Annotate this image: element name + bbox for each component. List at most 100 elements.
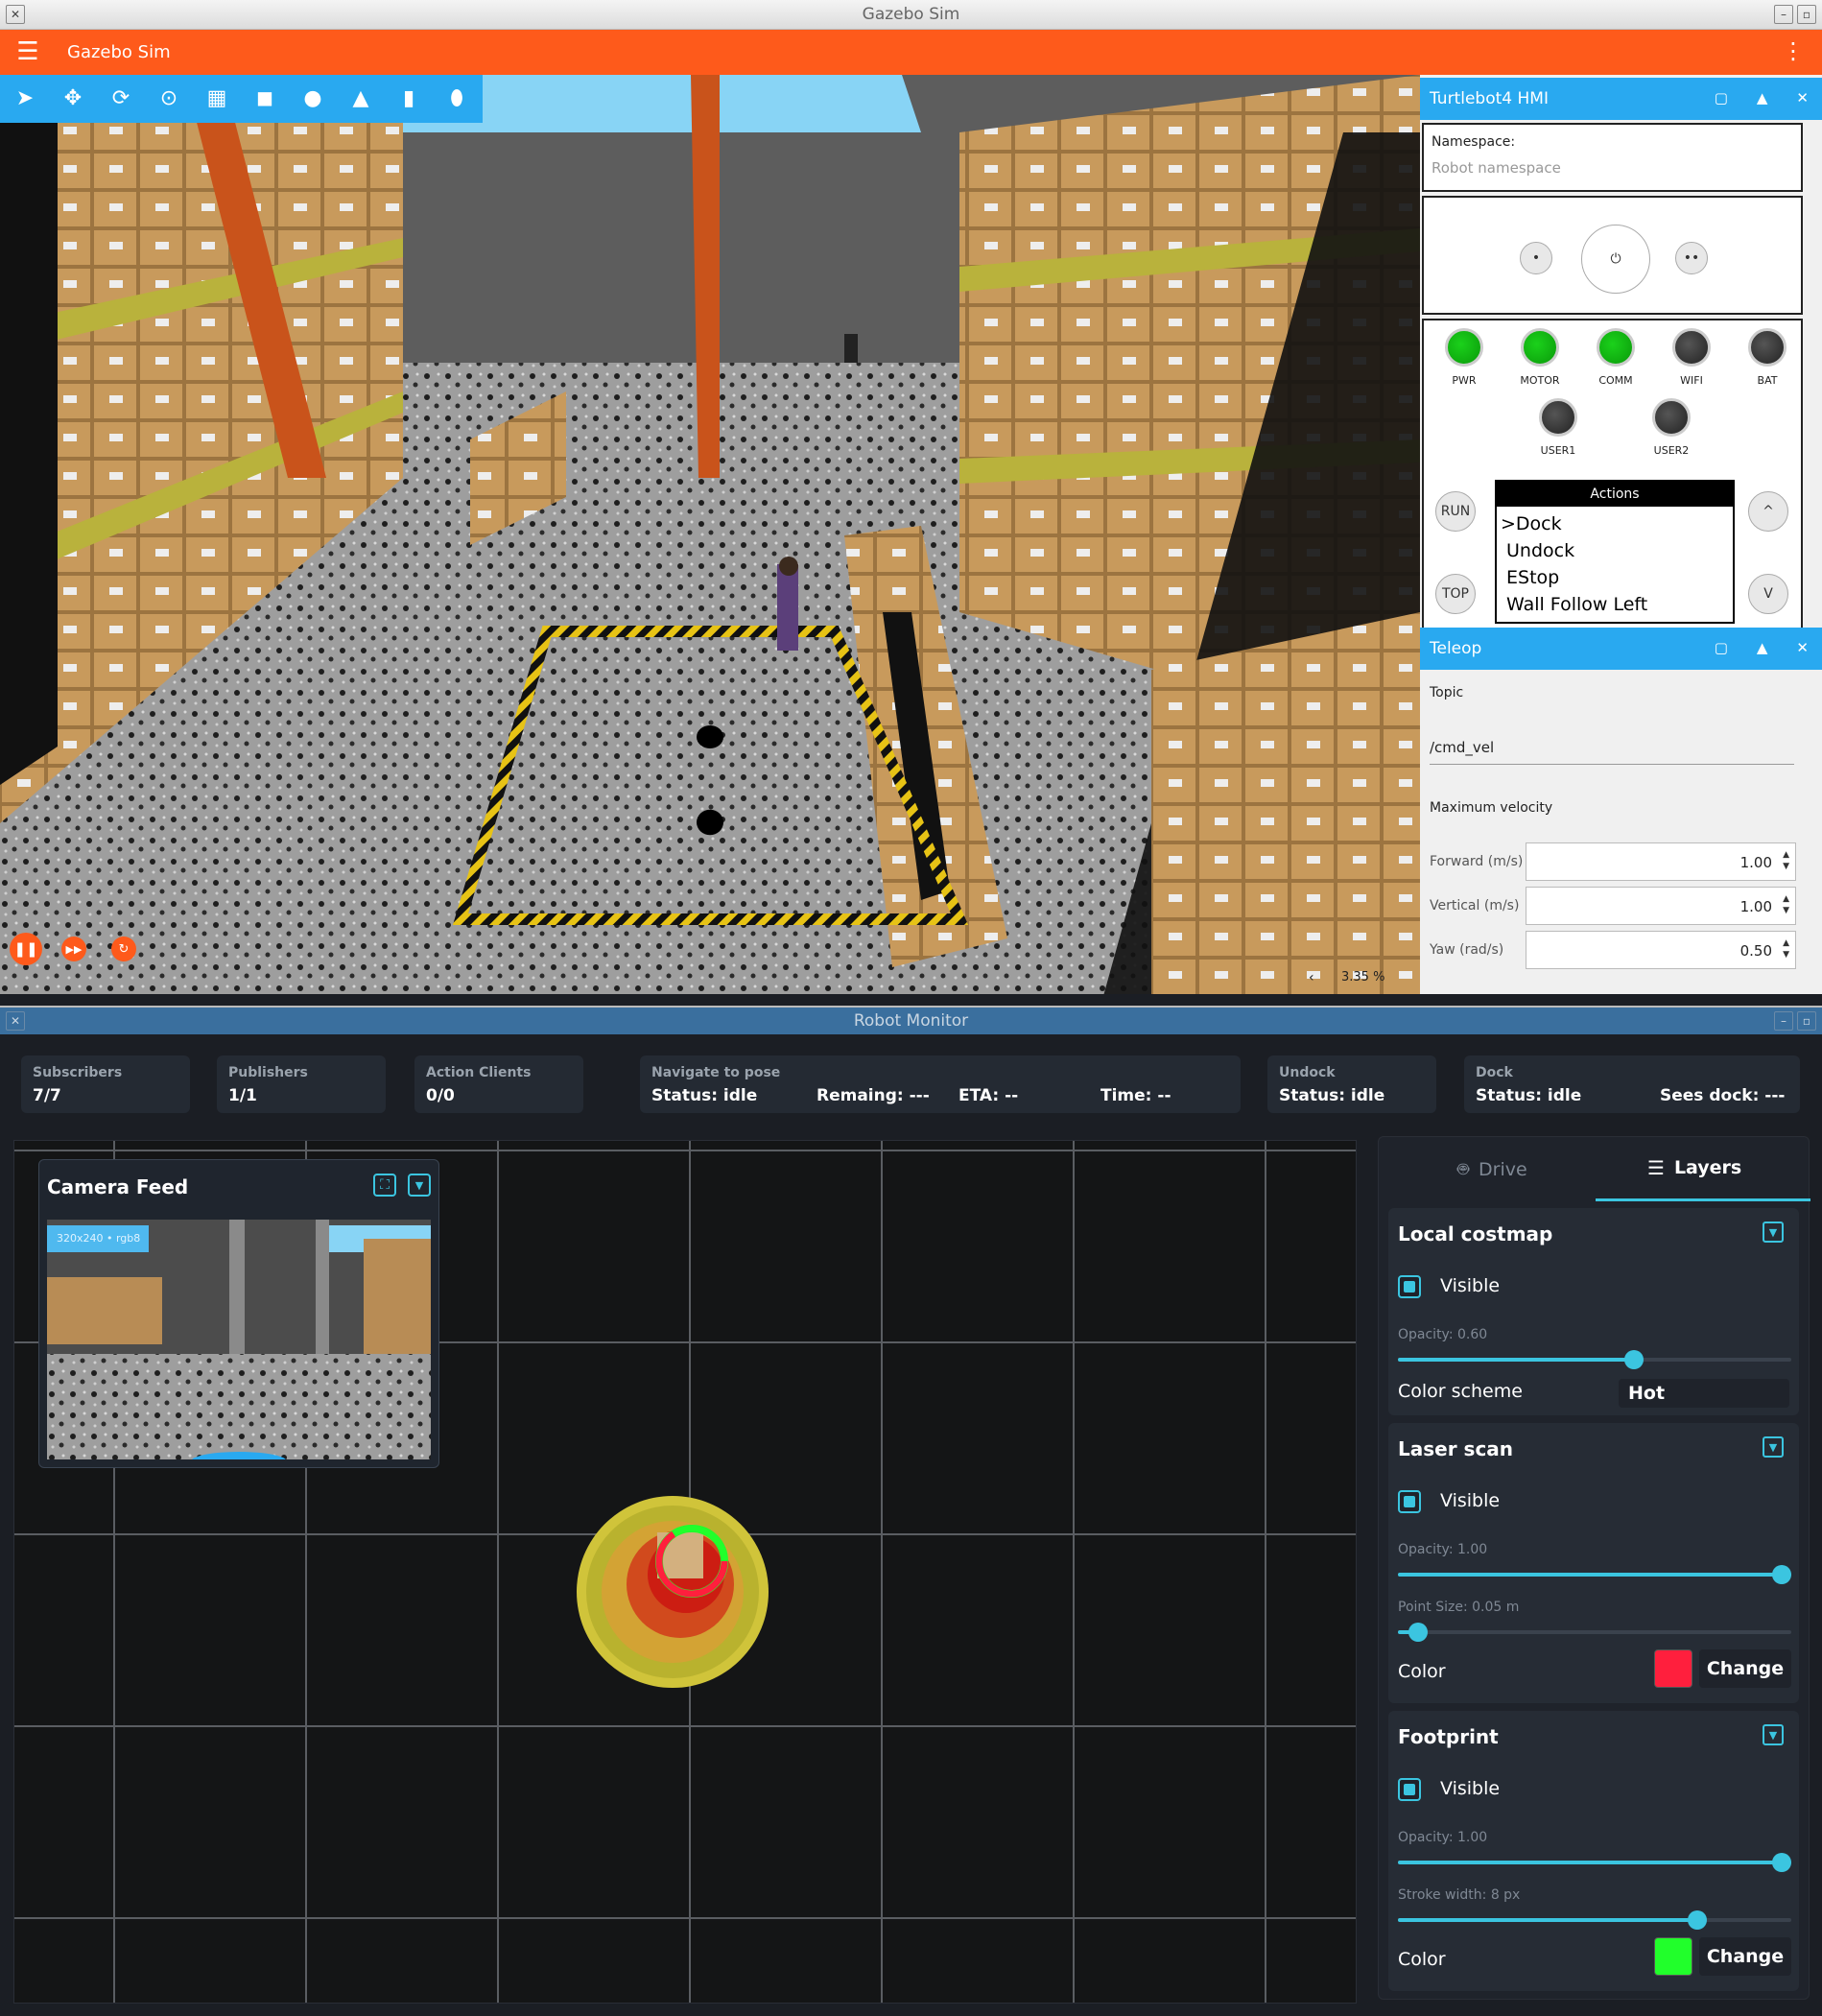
led-comm — [1597, 328, 1635, 367]
namespace-label: Namespace: — [1432, 134, 1516, 150]
select-tool-icon[interactable]: ➤ — [12, 85, 38, 112]
led-label-pwr: PWR — [1452, 374, 1477, 387]
cylinder-shape-icon[interactable]: ▮ — [395, 85, 422, 112]
visible-checkbox[interactable] — [1398, 1490, 1421, 1513]
gazebo-window-titlebar[interactable]: ✕ Gazebo Sim – ▫ — [0, 0, 1822, 30]
collapse-up-icon[interactable]: ▲ — [1757, 639, 1768, 656]
yaw-label: Yaw (rad/s) — [1430, 942, 1504, 958]
topic-input[interactable]: /cmd_vel — [1430, 739, 1794, 765]
reset-icon[interactable]: ↻ — [111, 937, 136, 961]
run-button[interactable]: RUN — [1435, 491, 1476, 532]
chevron-down-icon[interactable]: ▼ — [408, 1174, 431, 1197]
window-restore-icon[interactable]: ▢ — [1715, 89, 1728, 107]
opacity-slider[interactable] — [1398, 1350, 1791, 1369]
rotate-tool-icon[interactable]: ⟳ — [107, 85, 134, 112]
cone-shape-icon[interactable]: ▲ — [347, 85, 374, 112]
top-button[interactable]: TOP — [1435, 574, 1476, 614]
slider-handle[interactable] — [1408, 1623, 1428, 1642]
action-item[interactable]: EStop — [1501, 564, 1729, 591]
point-size-label: Point Size: 0.05 m — [1398, 1600, 1520, 1615]
tab-layers[interactable]: ☰ Layers — [1647, 1156, 1741, 1179]
button-two[interactable]: •• — [1675, 242, 1708, 274]
stroke-width-slider[interactable] — [1398, 1910, 1791, 1930]
step-forward-icon[interactable]: ▶▶ — [61, 937, 86, 961]
led-wifi — [1672, 328, 1711, 367]
leds-card: PWR MOTOR COMM WIFI BAT USER1 USER2 RUN … — [1422, 319, 1803, 639]
chevron-left-icon[interactable]: ‹ — [1309, 970, 1314, 985]
more-options-icon[interactable]: ⋮ — [1782, 37, 1805, 64]
max-velocity-label: Maximum velocity — [1430, 800, 1553, 816]
3d-scene-viewport[interactable] — [0, 75, 1420, 994]
close-icon[interactable]: ✕ — [6, 1011, 25, 1031]
hamburger-menu-icon[interactable]: ☰ — [14, 38, 41, 65]
slider-handle[interactable] — [1624, 1350, 1644, 1369]
monitor-window-title: Robot Monitor — [853, 1011, 969, 1031]
capsule-shape-icon[interactable]: ⬮ — [443, 85, 470, 112]
close-icon[interactable]: ✕ — [6, 5, 25, 24]
color-scheme-select[interactable]: Hot — [1619, 1379, 1789, 1408]
minimize-icon[interactable]: – — [1774, 1011, 1793, 1031]
sphere-shape-icon[interactable]: ● — [299, 85, 326, 112]
slider-handle[interactable] — [1772, 1565, 1791, 1584]
close-icon[interactable]: ✕ — [1796, 639, 1809, 656]
slider-handle[interactable] — [1772, 1853, 1791, 1872]
monitor-window-titlebar[interactable]: ✕ Robot Monitor – ▫ — [0, 1006, 1822, 1034]
tab-drive[interactable]: 🤖︎ Drive — [1457, 1156, 1527, 1183]
window-restore-icon[interactable]: ▢ — [1715, 639, 1728, 656]
led-label-comm: COMM — [1598, 374, 1633, 387]
visible-checkbox[interactable] — [1398, 1778, 1421, 1801]
maximize-icon[interactable]: ▫ — [1797, 1011, 1816, 1031]
change-color-button[interactable]: Change — [1699, 1649, 1791, 1688]
spin-arrows-icon[interactable]: ▲ ▼ — [1783, 849, 1789, 872]
box-shape-icon[interactable]: ◼ — [251, 85, 278, 112]
point-size-slider[interactable] — [1398, 1623, 1791, 1642]
power-button[interactable]: ⏻ — [1581, 225, 1650, 294]
led-pwr — [1445, 328, 1483, 367]
chevron-down-icon[interactable]: ▼ — [1763, 1221, 1784, 1243]
translate-tool-icon[interactable]: ✥ — [59, 85, 86, 112]
slider-handle[interactable] — [1687, 1910, 1707, 1930]
close-icon[interactable]: ✕ — [1796, 89, 1809, 107]
visible-label: Visible — [1440, 1778, 1501, 1799]
scroll-down-button[interactable]: V — [1748, 574, 1788, 614]
view-angle-icon[interactable]: ⊙ — [155, 85, 182, 112]
vertical-spinbox[interactable]: 1.00 ▲ ▼ — [1526, 887, 1796, 925]
layer-title: Laser scan — [1398, 1437, 1514, 1460]
visible-label: Visible — [1440, 1275, 1501, 1296]
scroll-up-button[interactable]: ^ — [1748, 491, 1788, 532]
fullscreen-icon[interactable]: ⛶ — [373, 1174, 396, 1197]
navigate-remaining: Remaing: --- — [816, 1086, 930, 1105]
camera-image: 320x240 • rgb8 — [47, 1220, 431, 1459]
yaw-spinbox[interactable]: 0.50 ▲ ▼ — [1526, 931, 1796, 969]
forward-spinbox[interactable]: 1.00 ▲ ▼ — [1526, 842, 1796, 881]
action-item[interactable]: >Dock — [1501, 510, 1729, 537]
stat-label: Action Clients — [426, 1065, 532, 1080]
pause-icon[interactable]: ❚❚ — [10, 933, 42, 965]
chevron-down-icon[interactable]: ▼ — [1763, 1436, 1784, 1458]
stat-label: Dock — [1476, 1065, 1513, 1080]
grid-snap-icon[interactable]: ▦ — [203, 85, 230, 112]
opacity-slider[interactable] — [1398, 1565, 1791, 1584]
layer-title: Footprint — [1398, 1725, 1499, 1748]
chevron-down-icon[interactable]: ▼ — [1763, 1724, 1784, 1745]
color-swatch — [1654, 1937, 1692, 1976]
maximize-icon[interactable]: ▫ — [1797, 5, 1816, 24]
spin-arrows-icon[interactable]: ▲ ▼ — [1783, 937, 1789, 961]
layers-settings-icon: ☰ — [1647, 1156, 1665, 1179]
teleop-dock-title: Teleop ▢ ▲ ✕ — [1420, 628, 1822, 670]
namespace-input[interactable]: Robot namespace — [1432, 159, 1561, 177]
camera-scene — [47, 1220, 431, 1459]
navigate-status: Status: idle — [651, 1086, 758, 1105]
spin-arrows-icon[interactable]: ▲ ▼ — [1783, 893, 1789, 916]
minimize-icon[interactable]: – — [1774, 5, 1793, 24]
opacity-slider[interactable] — [1398, 1853, 1791, 1872]
change-color-button[interactable]: Change — [1699, 1937, 1791, 1976]
led-user1 — [1539, 398, 1577, 437]
button-one[interactable]: • — [1520, 242, 1552, 274]
action-item[interactable]: Undock — [1501, 537, 1729, 564]
visible-checkbox[interactable] — [1398, 1275, 1421, 1298]
stat-navigate-to-pose: Navigate to pose Status: idle Remaing: -… — [640, 1055, 1241, 1113]
collapse-up-icon[interactable]: ▲ — [1757, 89, 1768, 107]
action-item[interactable]: Wall Follow Left — [1501, 591, 1729, 618]
hmi-title: Turtlebot4 HMI — [1430, 89, 1549, 108]
